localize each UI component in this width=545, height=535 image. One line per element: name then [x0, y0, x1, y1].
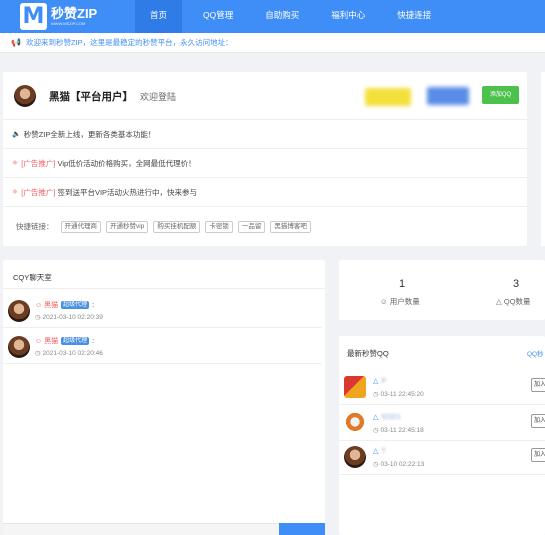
announcement-text: 签到送平台VIP活动火热进行中，快来参与	[57, 187, 198, 197]
chat-title: CQY聊天室	[13, 273, 52, 282]
avatar	[14, 85, 36, 107]
logo-url: WWW.MSZIP.COM	[51, 20, 86, 26]
quick-links: 快捷链接： 开通代理商 开通秒赞vip 购买挂机配额 卡密锁 一品留 黑猫博客吧	[3, 207, 527, 246]
qq-icon: △	[496, 297, 504, 306]
user-name: 黑猫【平台用户】	[49, 91, 133, 103]
chat-send-button[interactable]	[279, 523, 325, 535]
stats-card	[339, 260, 545, 320]
user-count: 1	[399, 278, 406, 290]
latest-title: 最新秒赞QQ	[347, 349, 389, 358]
announcement-row[interactable]: ⚛ [广告推广] Vip低价活动价格购买，全网最低代理价！	[3, 149, 527, 178]
avatar	[8, 300, 30, 322]
quick-link-button[interactable]: 黑猫博客吧	[270, 220, 311, 233]
chat-time: 2021-03-10 02:20:46	[42, 350, 103, 357]
avatar	[344, 446, 366, 468]
chat-time: 2021-03-10 02:20:39	[42, 314, 103, 321]
latest-qq-item: △ 52321 ◷ 03-11 22:45:18 加入	[339, 405, 545, 441]
blurred-banner	[365, 88, 411, 106]
qq-number: P	[381, 377, 387, 385]
chat-message: ☺ 黑猫 超级代理 : ◷ 2021-03-10 02:20:46	[0, 328, 322, 364]
qq-count: 3	[513, 278, 520, 290]
qq-count-label: △ QQ数量	[496, 297, 531, 306]
qq-number: T	[381, 447, 386, 455]
role-badge: 超级代理	[61, 301, 90, 309]
nav-self-purchase[interactable]: 自助购买	[250, 0, 314, 33]
nav-quick-links[interactable]: 快捷连接	[382, 0, 446, 33]
qq-icon: △	[373, 414, 379, 421]
ad-tag: [广告推广]	[21, 187, 56, 197]
quick-link-button[interactable]: 一品留	[237, 220, 266, 233]
logo-name: 秒赞ZIP	[51, 5, 98, 21]
nav-qq-manage[interactable]: QQ管理	[188, 0, 248, 33]
qq-avatar	[344, 376, 366, 398]
side-panel-edge	[541, 72, 545, 246]
site-logo[interactable]: M 秒赞ZIP WWW.MSZIP.COM	[20, 2, 97, 31]
join-button[interactable]: 加入	[531, 414, 545, 428]
blurred-banner	[427, 87, 469, 105]
announcement-row[interactable]: 🔈 秒赞ZIP全新上线，更新各类基本功能！	[3, 120, 527, 149]
logo-mark: M	[20, 3, 47, 30]
join-button[interactable]: 加入	[531, 378, 545, 392]
join-button[interactable]: 加入	[531, 448, 545, 462]
quick-link-button[interactable]: 开通代理商	[60, 220, 101, 233]
welcome-text: 欢迎登陆	[140, 92, 177, 102]
nav-welfare[interactable]: 福利中心	[316, 0, 380, 33]
chat-message: ☺ 黑猫 超级代理 : ◷ 2021-03-10 02:20:39	[0, 292, 322, 328]
speaker-icon: 🔈	[12, 131, 21, 138]
chat-input[interactable]	[3, 523, 279, 535]
ad-icon: ⚛	[12, 189, 19, 196]
announcement-text: 秒赞ZIP全新上线，更新各类基本功能！	[23, 129, 156, 139]
notice-text: 欢迎来到秒赞ZIP，这里是最稳定的秒赞平台，永久访问地址：	[25, 38, 233, 47]
quick-link-button[interactable]: 卡密锁	[205, 220, 233, 233]
divider	[3, 288, 325, 289]
chat-username[interactable]: 黑猫	[44, 336, 58, 346]
qq-time: 03-11 22:45:18	[380, 427, 424, 434]
chat-username[interactable]: 黑猫	[44, 300, 58, 310]
latest-qq-item: △ T ◷ 03-10 02:22:13 加入	[339, 439, 545, 475]
latest-more-link[interactable]: QQ秒	[527, 348, 544, 358]
megaphone-icon: 📢	[11, 38, 21, 47]
quick-link-button[interactable]: 开通秒赞vip	[106, 220, 149, 233]
ad-tag: [广告推广]	[21, 158, 56, 168]
qq-icon: △	[373, 378, 379, 385]
nav-home[interactable]: 首页	[135, 0, 183, 33]
ad-icon: ⚛	[12, 160, 19, 167]
qq-number: 52321	[381, 413, 401, 421]
top-navbar: M 秒赞ZIP WWW.MSZIP.COM 首页 QQ管理 自助购买 福利中心 …	[0, 0, 545, 33]
qq-time: 03-10 02:22:13	[380, 461, 425, 468]
qq-icon: △	[373, 448, 379, 455]
add-qq-button[interactable]: 添加QQ	[482, 86, 519, 104]
avatar	[8, 336, 30, 358]
user-icon: ☺	[35, 337, 43, 345]
qq-avatar	[344, 412, 366, 434]
announcement-text: Vip低价活动价格购买，全网最低代理价！	[57, 158, 196, 168]
main-nav: 首页 QQ管理 自助购买 福利中心 快捷连接	[135, 0, 446, 33]
notice-bar: 📢 欢迎来到秒赞ZIP，这里是最稳定的秒赞平台，永久访问地址：	[0, 33, 545, 53]
user-row: 黑猫【平台用户】 欢迎登陆 添加QQ	[3, 72, 527, 120]
user-card: 黑猫【平台用户】 欢迎登陆 添加QQ 🔈 秒赞ZIP全新上线，更新各类基本功能！…	[3, 72, 527, 246]
user-count-label: ☺ 用户数量	[380, 297, 420, 306]
qq-time: 03-11 22:45:20	[380, 391, 424, 398]
latest-qq-item: △ P ◷ 03-11 22:45:20 加入	[339, 369, 545, 405]
quick-links-label: 快捷链接：	[16, 222, 54, 231]
role-badge: 超级代理	[61, 337, 90, 345]
announcement-row[interactable]: ⚛ [广告推广] 签到送平台VIP活动火热进行中，快来参与	[3, 178, 527, 207]
user-icon: ☺	[35, 301, 43, 309]
quick-link-button[interactable]: 购买挂机配额	[153, 220, 201, 233]
user-icon: ☺	[380, 297, 390, 306]
